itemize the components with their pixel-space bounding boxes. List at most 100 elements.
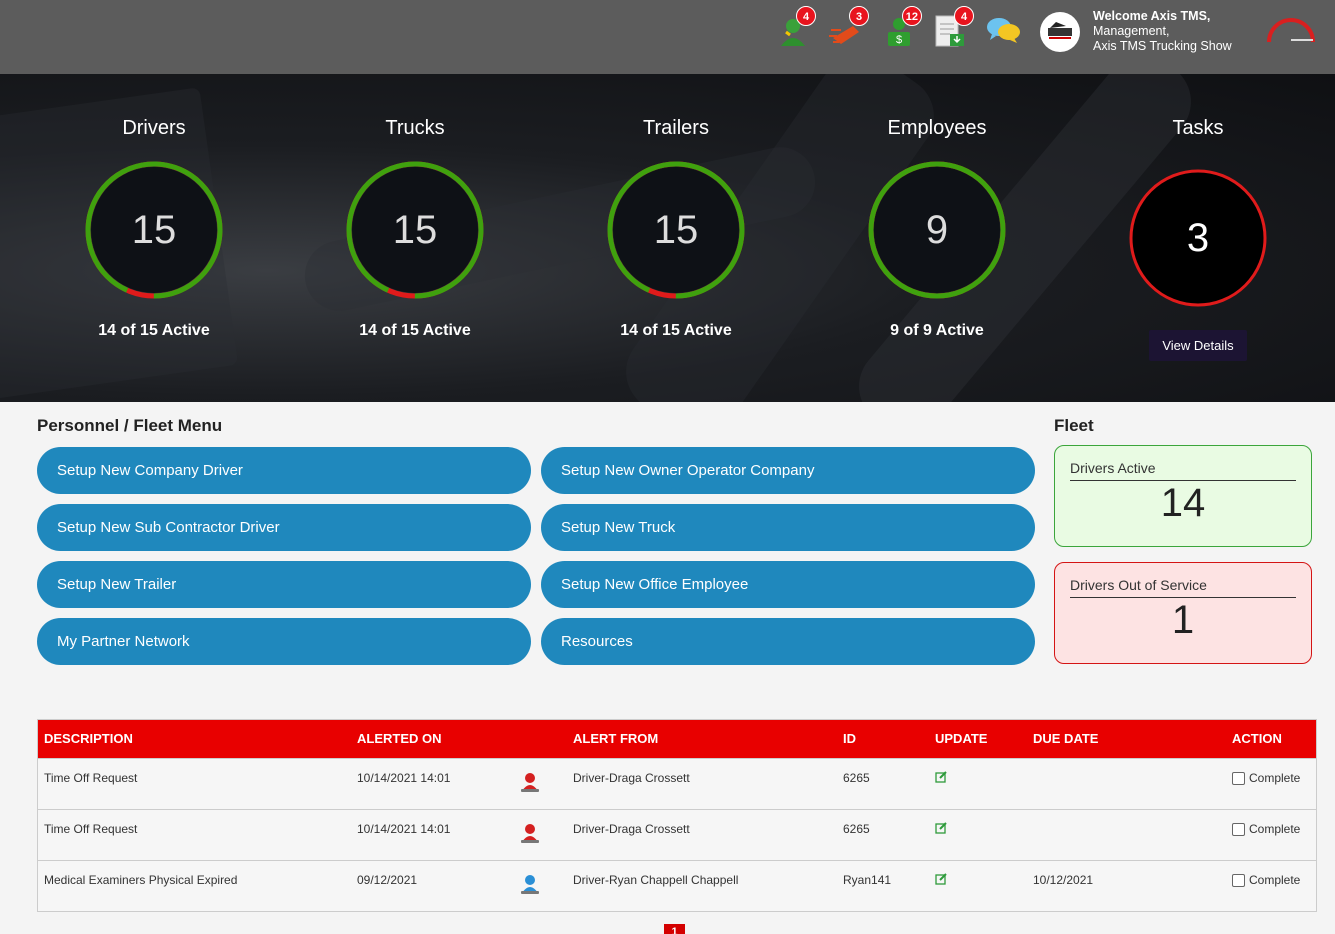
alerted-on-cell: 10/14/2021 14:01 — [357, 771, 451, 785]
card-value: 1 — [1171, 598, 1195, 642]
notification-badge: 3 — [849, 6, 869, 26]
alerts-table: DESCRIPTION ALERTED ON ALERT FROM ID UPD… — [37, 719, 1317, 912]
menu-title: Personnel / Fleet Menu — [37, 416, 223, 435]
column-header[interactable]: ACTION — [1232, 720, 1282, 758]
partner-network-button[interactable]: My Partner Network — [37, 618, 531, 665]
stat-active-count: 9 of 9 Active — [890, 322, 984, 339]
alert-from-cell: Driver-Draga Crossett — [573, 822, 690, 836]
alerted-on-cell: 10/14/2021 14:01 — [357, 822, 451, 836]
view-details-button[interactable]: View Details — [1149, 330, 1247, 361]
table-row: Time Off Request 10/14/2021 14:01 Driver… — [38, 758, 1316, 809]
complete-checkbox[interactable]: Complete — [1232, 822, 1300, 836]
tasks-stat: Tasks 3 View Details — [1098, 114, 1298, 361]
person-red-icon — [520, 771, 540, 796]
employees-ring[interactable]: 9 — [867, 160, 1007, 300]
alerted-on-cell: 09/12/2021 — [357, 873, 418, 887]
table-header: DESCRIPTION ALERTED ON ALERT FROM ID UPD… — [38, 720, 1316, 758]
employees-stat: Employees 9 9 of 9 Active — [837, 114, 1037, 340]
fleet-title: Fleet — [1054, 416, 1094, 435]
checkbox-box[interactable] — [1232, 873, 1245, 887]
stat-value: 3 — [1186, 216, 1210, 260]
top-bar: 4 3 $ 12 4 Welcome Axis TMS, Management,… — [0, 0, 1335, 74]
welcome-line: Welcome Axis TMS, — [1093, 9, 1211, 23]
setup-trailer-button[interactable]: Setup New Trailer — [37, 561, 531, 608]
drivers-ring[interactable]: 15 — [84, 160, 224, 300]
pagination-current-page[interactable]: 1 — [664, 924, 685, 934]
column-header[interactable]: ID — [843, 720, 856, 758]
stat-title: Drivers — [122, 117, 186, 139]
edit-icon[interactable] — [935, 770, 948, 786]
column-header[interactable]: DESCRIPTION — [44, 720, 133, 758]
drivers-out-of-service-card[interactable]: Drivers Out of Service 1 — [1054, 562, 1312, 664]
speed-alerts-icon[interactable]: 3 — [829, 6, 869, 48]
complete-checkbox[interactable]: Complete — [1232, 771, 1300, 785]
stat-title: Trailers — [643, 117, 709, 139]
id-cell: 6265 — [843, 771, 870, 785]
alert-from-cell: Driver-Draga Crossett — [573, 771, 690, 785]
stat-title: Employees — [887, 117, 987, 139]
description-cell: Medical Examiners Physical Expired — [44, 873, 238, 887]
notification-badge: 4 — [954, 6, 974, 26]
role-line: Management, — [1093, 24, 1170, 38]
table-row: Medical Examiners Physical Expired 09/12… — [38, 860, 1316, 911]
stat-active-count: 14 of 15 Active — [98, 322, 210, 339]
trailers-ring[interactable]: 15 — [606, 160, 746, 300]
checkbox-box[interactable] — [1232, 822, 1245, 836]
notification-badge: 4 — [796, 6, 816, 26]
avatar[interactable] — [1040, 12, 1080, 52]
stat-value: 9 — [925, 208, 949, 252]
checkbox-label: Complete — [1249, 822, 1301, 836]
stat-active-count: 14 of 15 Active — [620, 322, 732, 339]
card-label: Drivers Active — [1070, 460, 1296, 481]
id-cell: 6265 — [843, 822, 870, 836]
edit-icon[interactable] — [935, 821, 948, 837]
stat-value: 15 — [653, 208, 699, 252]
checkbox-label: Complete — [1249, 771, 1301, 785]
setup-company-driver-button[interactable]: Setup New Company Driver — [37, 447, 531, 494]
tasks-ring[interactable]: 3 — [1128, 168, 1268, 308]
chat-icon[interactable] — [986, 16, 1020, 52]
id-cell: Ryan141 — [843, 873, 892, 887]
stat-title: Trucks — [385, 117, 445, 139]
trailers-stat: Trailers 15 14 of 15 Active — [576, 114, 776, 340]
checkbox-box[interactable] — [1232, 771, 1245, 785]
card-label: Drivers Out of Service — [1070, 577, 1296, 598]
alert-from-cell: Driver-Ryan Chappell Chappell — [573, 873, 739, 887]
drivers-stat: Drivers 15 14 of 15 Active — [54, 114, 254, 340]
setup-owner-operator-button[interactable]: Setup New Owner Operator Company — [541, 447, 1035, 494]
speedometer-icon[interactable] — [1265, 18, 1317, 49]
person-blue-icon — [520, 873, 540, 898]
document-alerts-icon[interactable]: 4 — [934, 6, 974, 48]
column-header[interactable]: ALERTED ON — [357, 720, 442, 758]
setup-truck-button[interactable]: Setup New Truck — [541, 504, 1035, 551]
column-header[interactable]: ALERT FROM — [573, 720, 658, 758]
company-line: Axis TMS Trucking Show — [1093, 39, 1232, 53]
edit-icon[interactable] — [935, 872, 948, 888]
stat-active-count: 14 of 15 Active — [359, 322, 471, 339]
welcome-text: Welcome Axis TMS, Management, Axis TMS T… — [1093, 9, 1232, 54]
trucks-stat: Trucks 15 14 of 15 Active — [315, 114, 515, 340]
stats-banner: Drivers 15 14 of 15 Active Trucks 15 14 … — [0, 74, 1335, 402]
person-red-icon — [520, 822, 540, 847]
setup-office-employee-button[interactable]: Setup New Office Employee — [541, 561, 1035, 608]
stat-value: 15 — [131, 208, 177, 252]
trucks-ring[interactable]: 15 — [345, 160, 485, 300]
description-cell: Time Off Request — [44, 822, 138, 836]
stat-title: Tasks — [1172, 117, 1224, 139]
description-cell: Time Off Request — [44, 771, 138, 785]
stat-value: 15 — [392, 208, 438, 252]
due-date-cell: 10/12/2021 — [1033, 873, 1094, 887]
svg-text:$: $ — [896, 34, 902, 46]
column-header[interactable]: UPDATE — [935, 720, 987, 758]
resources-button[interactable]: Resources — [541, 618, 1035, 665]
drivers-active-card[interactable]: Drivers Active 14 — [1054, 445, 1312, 547]
checkbox-label: Complete — [1249, 873, 1301, 887]
complete-checkbox[interactable]: Complete — [1232, 873, 1300, 887]
setup-sub-contractor-driver-button[interactable]: Setup New Sub Contractor Driver — [37, 504, 531, 551]
driver-alerts-icon[interactable]: 4 — [776, 6, 816, 48]
column-header[interactable]: DUE DATE — [1033, 720, 1098, 758]
payment-alerts-icon[interactable]: $ 12 — [882, 6, 922, 48]
card-value: 14 — [1160, 481, 1206, 525]
table-row: Time Off Request 10/14/2021 14:01 Driver… — [38, 809, 1316, 860]
notification-badge: 12 — [901, 6, 922, 26]
